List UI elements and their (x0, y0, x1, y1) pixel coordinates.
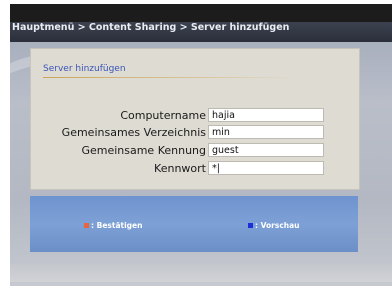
top-bar (10, 4, 392, 22)
title-underline (43, 77, 298, 78)
password-field[interactable]: *| (208, 161, 324, 175)
button-hint-bar: : Bestätigen : Vorschau (30, 196, 358, 252)
blue-key-icon (248, 223, 253, 228)
bottom-strip (10, 264, 392, 282)
shared-directory-field[interactable]: min (208, 125, 324, 139)
form-row-password: Kennwort *| (31, 161, 359, 176)
password-label: Kennwort (154, 162, 206, 175)
preview-label: : Vorschau (255, 221, 300, 230)
form-row-shared-directory: Gemeinsames Verzeichnis min (31, 125, 359, 140)
form-row-computername: Computername hajia (31, 108, 359, 123)
breadcrumb: Hauptmenü > Content Sharing > Server hin… (12, 22, 290, 33)
form-row-shared-id: Gemeinsame Kennung guest (31, 143, 359, 158)
shared-directory-label: Gemeinsames Verzeichnis (61, 126, 206, 139)
shared-id-field[interactable]: guest (208, 143, 324, 157)
preview-hint[interactable]: : Vorschau (248, 221, 300, 230)
add-server-dialog: Server hinzufügen Computername hajia Gem… (30, 48, 360, 190)
confirm-hint[interactable]: : Bestätigen (84, 221, 142, 230)
computername-label: Computername (120, 109, 206, 122)
confirm-label: : Bestätigen (91, 221, 143, 230)
orange-key-icon (84, 223, 89, 228)
shared-id-label: Gemeinsame Kennung (81, 144, 206, 157)
dialog-title: Server hinzufügen (43, 64, 126, 74)
computername-field[interactable]: hajia (208, 108, 324, 122)
